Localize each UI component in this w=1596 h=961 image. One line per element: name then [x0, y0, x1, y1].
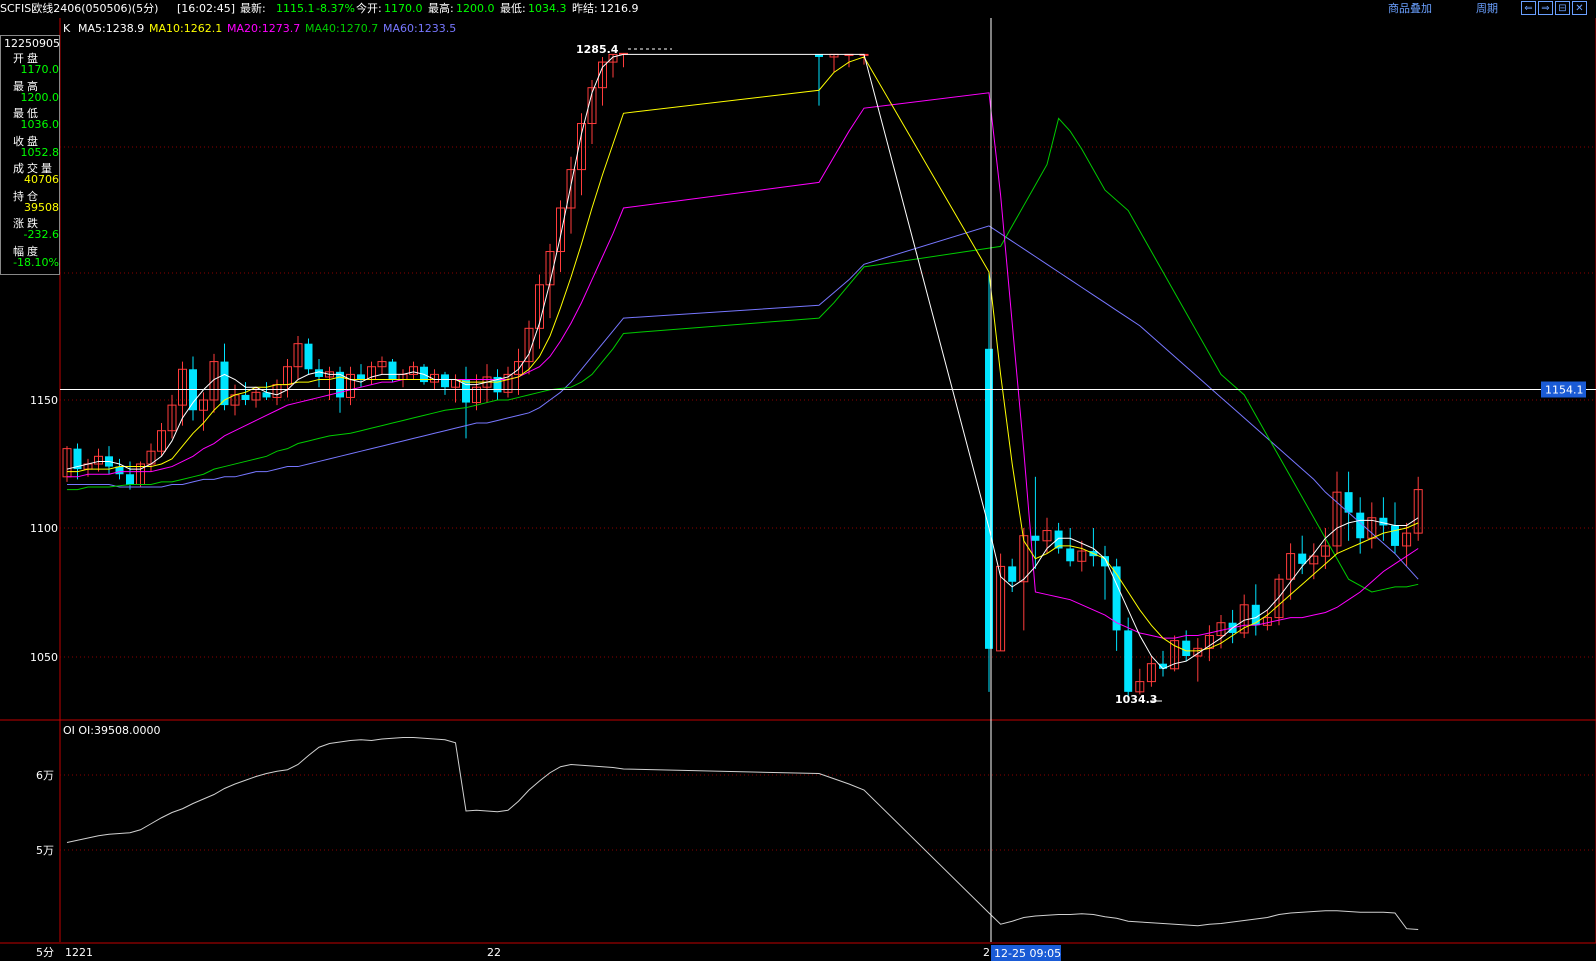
info-value: 39508 — [24, 200, 59, 214]
period-label: 5分 — [36, 946, 54, 959]
candle-body — [304, 343, 313, 370]
candle-body — [126, 474, 134, 485]
candle-body — [1008, 566, 1017, 582]
moving-average-lines — [66, 48, 1419, 702]
info-value: 40706 — [24, 173, 59, 186]
ma40-line — [67, 117, 1419, 593]
price-tick-label: 1100 — [30, 522, 58, 535]
candle-body — [388, 361, 397, 380]
candle-body — [1379, 517, 1388, 526]
ma10-line — [67, 56, 1419, 652]
oi-axis: 6万 5万 — [36, 769, 54, 857]
candle-body — [985, 348, 993, 649]
legend-k: K — [63, 22, 71, 35]
kline-chart[interactable]: 115011001050 6万5万 1154.1 5分 1221 22 2 12-25 … — [0, 0, 1596, 961]
candle-body — [441, 374, 449, 388]
oi-legend: OI OI:39508.0000 — [63, 724, 161, 737]
min-price-label: 1034.3 — [1115, 693, 1157, 706]
time-tick-label: 2 — [983, 946, 990, 959]
candle-body — [1124, 630, 1133, 692]
info-value: 1170.0 — [20, 63, 60, 76]
open-interest-line — [66, 737, 1419, 930]
max-price-label: 1285.4 — [576, 43, 619, 56]
legend-ma5: MA5:1238.9 — [78, 22, 144, 35]
cursor-price-label: 1154.1 — [1545, 384, 1584, 397]
candle-body — [1298, 553, 1307, 564]
candle-body — [1066, 548, 1075, 562]
ma5-line — [66, 53, 1419, 670]
oi-tick-label: 6万 — [36, 769, 54, 782]
legend-ma40: MA40:1270.7 — [305, 22, 378, 35]
time-tick-label: 22 — [487, 946, 501, 959]
legend-ma20: MA20:1273.7 — [227, 22, 300, 35]
chart-frame — [0, 18, 1596, 944]
legend-ma10: MA10:1262.1 — [149, 22, 222, 35]
info-value: 1052.8 — [20, 145, 60, 159]
info-value: -18.10% — [13, 255, 59, 269]
info-date: 12250905 — [4, 37, 60, 50]
ma60-line — [67, 225, 1419, 580]
price-axis: 1150 1100 1050 — [30, 394, 58, 664]
cursor-time-label: 12-25 09:05 — [994, 947, 1061, 960]
candle-body — [241, 394, 250, 400]
candle-body — [1031, 535, 1040, 541]
time-axis: 5分 1221 22 2 12-25 09:05 — [36, 945, 1061, 961]
legend-ma60: MA60:1233.5 — [383, 22, 456, 35]
bar-info-panel: 12250905 开盘 1170.0 最高 1200.0 最低 1036.0 收盘 1052.… — [0, 35, 60, 275]
grid-lines — [60, 146, 1596, 851]
candlesticks — [62, 52, 1423, 697]
candle-body — [315, 369, 323, 377]
price-tick-label: 1150 — [30, 394, 58, 407]
candle-body — [357, 374, 365, 380]
time-tick-label: 1221 — [65, 946, 93, 959]
price-tick-label: 1050 — [30, 651, 58, 664]
info-value: -232.6 — [23, 228, 59, 241]
candle-body — [1182, 640, 1191, 656]
info-value: 1200.0 — [20, 90, 60, 104]
candle-body — [1391, 525, 1399, 546]
crosshair: 1154.1 — [60, 18, 1596, 942]
info-value: 1036.0 — [20, 118, 60, 131]
oi-line — [66, 737, 1419, 930]
oi-tick-label: 5万 — [36, 844, 54, 857]
